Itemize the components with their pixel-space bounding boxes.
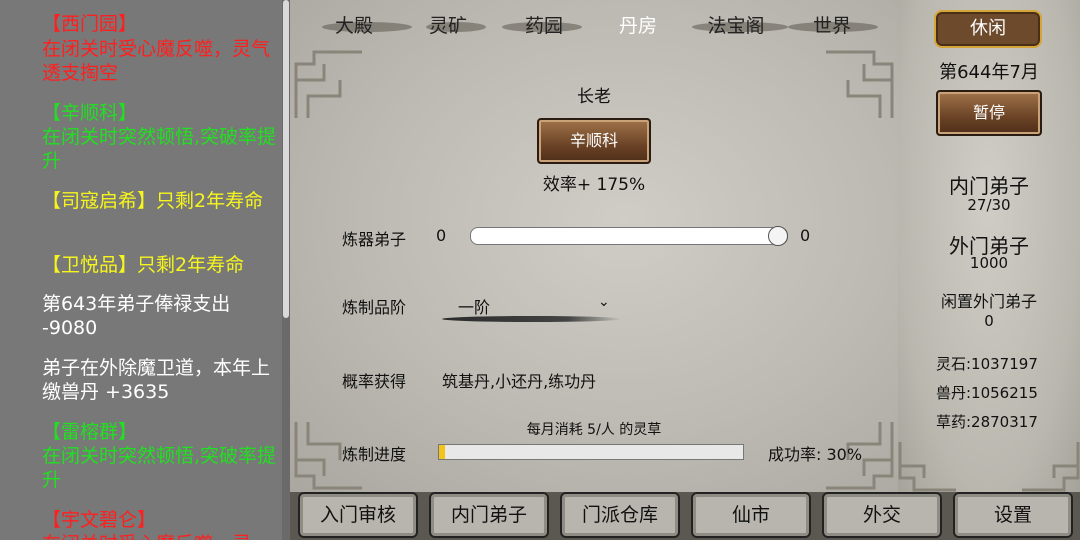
sect-warehouse-button[interactable]: 门派仓库 xyxy=(560,492,680,538)
chevron-down-icon: ⌄ xyxy=(598,294,610,310)
success-rate: 成功率: 30% xyxy=(768,445,863,464)
bottom-nav: 入门审核 内门弟子 门派仓库 仙市 外交 设置 xyxy=(290,492,1080,540)
disciples-slider-knob[interactable] xyxy=(768,226,788,246)
disciples-label: 炼器弟子 xyxy=(342,230,407,249)
log-entry: 弟子在外除魔卫道，本年上缴兽丹 +3635 xyxy=(42,357,271,403)
beast-pill-count: 兽丹:1056215 xyxy=(936,384,1038,402)
lattice-corner-right-bottom-left xyxy=(898,440,958,492)
log-entry: 在闭关时受心魔反噬，灵气透支掏空 xyxy=(42,38,271,84)
grade-label: 炼制品阶 xyxy=(342,298,407,317)
outer-disciples-value: 1000 xyxy=(969,254,1009,272)
diplomacy-button[interactable]: 外交 xyxy=(822,492,942,538)
log-entry: 在闭关时突然顿悟,突破率提升 xyxy=(42,126,277,172)
refine-progress-bar xyxy=(438,444,744,460)
efficiency-text: 效率+ 175% xyxy=(542,175,646,195)
chance-items: 筑基丹,小还丹,练功丹 xyxy=(442,372,597,391)
status-panel: 休闲 第644年7月 暂停 内门弟子 27/30 外门弟子 1000 闲置外门弟… xyxy=(898,0,1080,492)
lattice-corner-right-bottom-right xyxy=(1020,440,1080,492)
inner-disciples-value: 27/30 xyxy=(967,196,1011,214)
idle-outer-value: 0 xyxy=(984,312,994,330)
tab-hall[interactable]: 大殿 xyxy=(324,12,384,40)
chance-label: 概率获得 xyxy=(342,372,407,391)
disciples-value: 0 xyxy=(800,226,811,245)
tab-world[interactable]: 世界 xyxy=(800,12,864,40)
herbs-count: 草药:2870317 xyxy=(936,413,1038,431)
tab-alchemy-room[interactable]: 丹房 xyxy=(600,12,676,40)
spirit-stone-count: 灵石:1037197 xyxy=(936,355,1038,373)
log-entry: 第643年弟子俸禄支出 -9080 xyxy=(42,293,231,339)
log-scrollbar[interactable] xyxy=(282,0,290,540)
tab-herb-garden[interactable]: 药园 xyxy=(514,12,574,40)
log-entry: 【卫悦品】只剩2年寿命 xyxy=(42,254,245,276)
log-entry: 【西门园】 xyxy=(42,13,138,35)
game-date: 第644年7月 xyxy=(939,62,1039,83)
log-scroll-thumb[interactable] xyxy=(283,0,289,318)
event-log-panel[interactable]: 【西门园】 在闭关时受心魔反噬，灵气透支掏空 【辛顺科】 在闭关时突然顿悟,突破… xyxy=(0,0,282,540)
idle-mode-button[interactable]: 休闲 xyxy=(934,10,1042,48)
entry-review-button[interactable]: 入门审核 xyxy=(298,492,418,538)
grade-value: 一阶 xyxy=(458,298,491,317)
log-entry: 【辛顺科】 xyxy=(42,102,138,124)
progress-label: 炼制进度 xyxy=(342,445,407,464)
main-tabs: 大殿 灵矿 药园 丹房 法宝阁 世界 xyxy=(290,0,898,50)
idle-outer-label: 闲置外门弟子 xyxy=(940,292,1037,311)
log-entry: 【司寇启希】只剩2年寿命 xyxy=(42,190,264,212)
inner-disciples-button[interactable]: 内门弟子 xyxy=(429,492,549,538)
disciples-min: 0 xyxy=(436,226,447,245)
settings-button[interactable]: 设置 xyxy=(953,492,1073,538)
log-entry: 在闭关时突然顿悟,突破率提升 xyxy=(42,445,277,491)
log-entry: 【雷榕群】 xyxy=(42,421,138,443)
log-entry: 【宇文碧仑】 xyxy=(42,509,157,531)
elder-select-button[interactable]: 辛顺科 xyxy=(537,118,651,164)
tab-treasure-pavilion[interactable]: 法宝阁 xyxy=(696,12,776,40)
immortal-market-button[interactable]: 仙市 xyxy=(691,492,811,538)
refine-progress-fill xyxy=(439,445,446,459)
elder-label: 长老 xyxy=(577,87,611,107)
pause-button[interactable]: 暂停 xyxy=(936,90,1042,136)
tab-spirit-mine[interactable]: 灵矿 xyxy=(418,12,478,40)
consume-text: 每月消耗 5/人 的灵草 xyxy=(526,422,662,438)
inner-disciples-label: 内门弟子 xyxy=(949,174,1029,198)
brush-underline xyxy=(442,316,622,322)
disciples-slider[interactable] xyxy=(470,227,788,245)
log-entry: 在闭关时受心魔反噬，灵 xyxy=(42,532,278,540)
alchemy-room-panel: 大殿 灵矿 药园 丹房 法宝阁 世界 长老 辛顺科 效率+ 175% 炼器弟子 … xyxy=(290,0,898,492)
